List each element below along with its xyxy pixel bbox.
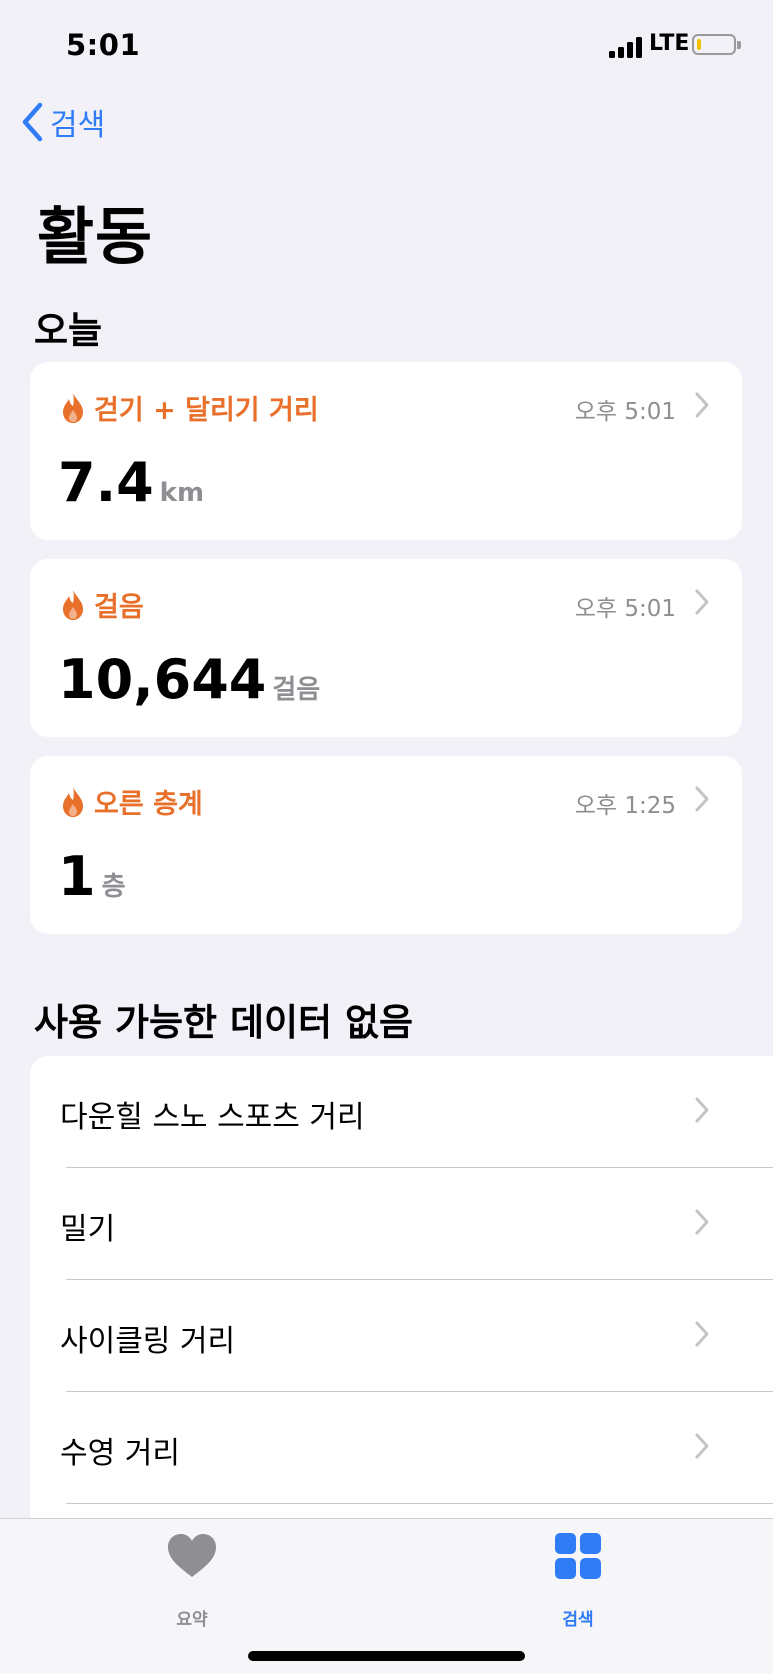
card-unit: 층 bbox=[101, 872, 126, 902]
chevron-right-icon bbox=[695, 589, 709, 615]
card-flights-climbed[interactable]: 오른 층계 오후 1:25 1 층 bbox=[30, 756, 742, 934]
tab-search[interactable]: 검색 bbox=[518, 1531, 638, 1630]
list-item[interactable]: 수영 거리 bbox=[30, 1392, 742, 1504]
list-item-label: 사이클링 거리 bbox=[60, 1324, 236, 1359]
network-type: LTE bbox=[649, 31, 690, 56]
battery-icon bbox=[692, 34, 736, 55]
card-steps[interactable]: 걸음 오후 5:01 10,644 걸음 bbox=[30, 559, 742, 737]
card-value: 1 bbox=[58, 845, 96, 908]
card-unit: 걸음 bbox=[272, 675, 321, 705]
battery-nub bbox=[737, 41, 741, 49]
card-timestamp: 오후 5:01 bbox=[574, 399, 676, 425]
no-data-section-title: 사용 가능한 데이터 없음 bbox=[34, 1001, 414, 1044]
status-time: 5:01 bbox=[66, 28, 141, 62]
grid-icon bbox=[555, 1533, 601, 1579]
card-value: 10,644 bbox=[58, 648, 267, 711]
card-walking-running-distance[interactable]: 걷기 + 달리기 거리 오후 5:01 7.4 km bbox=[30, 362, 742, 540]
card-title: 오른 층계 bbox=[94, 789, 203, 820]
list-item[interactable]: 밀기 bbox=[30, 1168, 742, 1280]
card-timestamp: 오후 5:01 bbox=[574, 596, 676, 622]
list-item-label: 수영 거리 bbox=[60, 1436, 180, 1471]
chevron-right-icon bbox=[695, 1209, 709, 1235]
tab-label: 요약 bbox=[176, 1610, 208, 1630]
no-data-list: 다운힐 스노 스포츠 거리 밀기 사이클링 거리 수영 거리 bbox=[30, 1056, 773, 1526]
divider bbox=[66, 1503, 773, 1504]
chevron-right-icon bbox=[695, 1321, 709, 1347]
tab-summary[interactable]: 요약 bbox=[132, 1531, 252, 1630]
signal-strength-icon bbox=[609, 36, 645, 58]
flame-icon bbox=[63, 589, 83, 620]
home-indicator bbox=[248, 1651, 525, 1661]
card-title: 걷기 + 달리기 거리 bbox=[94, 395, 319, 426]
card-title: 걸음 bbox=[94, 592, 144, 623]
chevron-right-icon bbox=[695, 1097, 709, 1123]
chevron-right-icon bbox=[695, 1433, 709, 1459]
list-item[interactable]: 다운힐 스노 스포츠 거리 bbox=[30, 1056, 742, 1168]
tab-label: 검색 bbox=[562, 1610, 594, 1630]
card-unit: km bbox=[159, 478, 205, 508]
back-button-label: 검색 bbox=[50, 108, 106, 143]
chevron-right-icon bbox=[695, 392, 709, 418]
list-item[interactable]: 사이클링 거리 bbox=[30, 1280, 742, 1392]
back-button[interactable]: 검색 bbox=[20, 100, 105, 144]
heart-icon bbox=[168, 1534, 216, 1577]
flame-icon bbox=[63, 786, 83, 817]
chevron-left-icon bbox=[22, 102, 43, 142]
flame-icon bbox=[63, 392, 83, 423]
card-value: 7.4 bbox=[58, 451, 154, 514]
page-title: 활동 bbox=[37, 200, 154, 273]
card-timestamp: 오후 1:25 bbox=[574, 793, 676, 819]
list-item-label: 밀기 bbox=[60, 1212, 116, 1247]
today-section-title: 오늘 bbox=[34, 309, 103, 352]
chevron-right-icon bbox=[695, 786, 709, 812]
list-item-label: 다운힐 스노 스포츠 거리 bbox=[60, 1100, 365, 1135]
status-bar: 5:01 LTE bbox=[0, 0, 773, 90]
